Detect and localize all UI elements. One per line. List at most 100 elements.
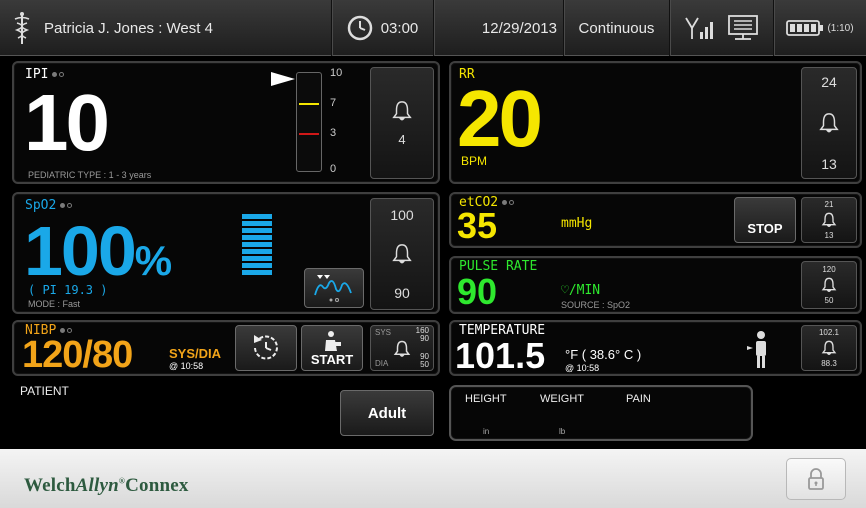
- ipi-type: PEDIATRIC TYPE : 1 - 3 years: [28, 170, 152, 180]
- spo2-value: 100: [24, 212, 137, 290]
- brand-connex: Connex: [125, 475, 189, 496]
- etco2-alarm-button[interactable]: 21 13: [801, 197, 857, 243]
- bell-icon: [392, 244, 412, 264]
- temperature-alarm-button[interactable]: 102.1 88.3: [801, 325, 857, 371]
- battery-icon: [786, 20, 824, 36]
- brand-allyn: Allyn: [75, 475, 119, 496]
- nibp-panel[interactable]: NIBP 120/80 SYS/DIA @ 10:58 START SYS 16…: [12, 320, 440, 376]
- ipi-scale-7: 7: [330, 97, 337, 109]
- spo2-alarm-low: 90: [394, 285, 410, 301]
- patient-type-button[interactable]: Adult: [340, 390, 434, 436]
- bell-icon: [821, 277, 837, 292]
- nibp-start-label: START: [310, 352, 354, 367]
- patient-name-area[interactable]: Patricia J. Jones : West 4: [0, 0, 332, 56]
- height-unit: in: [483, 427, 490, 436]
- connectivity-area[interactable]: [670, 0, 774, 56]
- ipi-scale-10: 10: [330, 67, 343, 79]
- ipi-yellow-marker: [299, 103, 319, 105]
- person-icon: [325, 331, 341, 351]
- waveform-icon: [314, 275, 352, 302]
- pulse-unit: /MIN: [568, 283, 601, 298]
- nibp-sys-limits: 160 90: [416, 327, 429, 343]
- etco2-stop-label: STOP: [747, 221, 783, 236]
- ipi-panel[interactable]: IPI 10 PEDIATRIC TYPE : 1 - 3 years 10 7…: [12, 61, 440, 184]
- bell-icon: [821, 212, 837, 227]
- spo2-header: SpO2: [25, 198, 74, 213]
- bell-icon: [393, 340, 411, 357]
- nibp-alarm-button[interactable]: SYS 160 90 DIA 90 50: [370, 325, 434, 371]
- temperature-value: 101.5: [455, 335, 546, 376]
- network-icon: [727, 15, 758, 40]
- height-label: HEIGHT: [465, 393, 507, 405]
- bell-icon: [821, 340, 837, 355]
- etco2-stop-button[interactable]: STOP: [734, 197, 796, 243]
- ipi-scale-bar: [296, 72, 322, 172]
- etco2-status-dots: [502, 195, 516, 210]
- patient-type-label: Adult: [367, 404, 407, 422]
- rr-alarm-button[interactable]: 24 13: [801, 67, 857, 179]
- rr-value: 20: [457, 74, 543, 163]
- nibp-interval-button[interactable]: [235, 325, 297, 371]
- temperature-panel[interactable]: TEMPERATURE 101.5 °F ( 38.6° C ) @ 10:58…: [449, 320, 862, 376]
- spo2-value-row: 100%: [24, 216, 172, 286]
- ipi-alarm-button[interactable]: 4: [370, 67, 434, 179]
- spo2-unit: %: [134, 237, 172, 284]
- battery-time: (1:10): [827, 22, 854, 34]
- weight-unit: lb: [559, 427, 566, 436]
- nibp-dia-low: 50: [420, 360, 429, 369]
- patient-measurements-panel[interactable]: HEIGHT in WEIGHT lb PAIN: [449, 385, 753, 441]
- status-bar: Patricia J. Jones : West 4 03:00 12/29/2…: [0, 0, 866, 56]
- etco2-alarm-high: 21: [824, 200, 834, 209]
- temperature-time: @ 10:58: [565, 363, 600, 373]
- pulse-unit-row: ♡/MIN: [561, 283, 600, 298]
- etco2-value: 35: [457, 205, 498, 246]
- ipi-alarm-value: 4: [398, 131, 406, 147]
- nibp-time: @ 10:58: [169, 361, 204, 371]
- nibp-dia-limits: 90 50: [420, 353, 429, 369]
- heart-icon: ♡: [561, 283, 569, 298]
- spo2-alarm-button[interactable]: 100 90: [370, 198, 434, 310]
- temperature-alarm-low: 88.3: [821, 359, 837, 368]
- date-area[interactable]: 12/29/2013: [434, 0, 564, 56]
- spo2-panel[interactable]: SpO2 100% ( PI 19.3 ) MODE : Fast 100 90: [12, 192, 440, 314]
- pulse-alarm-low: 50: [824, 296, 834, 305]
- etco2-unit: mmHg: [561, 216, 593, 231]
- spo2-waveform-button[interactable]: [304, 268, 364, 308]
- pain-label: PAIN: [626, 393, 651, 405]
- nibp-start-button[interactable]: START: [301, 325, 363, 371]
- rr-alarm-low: 13: [821, 156, 837, 172]
- spo2-alarm-high: 100: [390, 207, 414, 223]
- patient-name: Patricia J. Jones : West 4: [44, 19, 213, 37]
- nibp-sys-label: SYS: [375, 328, 392, 337]
- nibp-value: 120/80: [22, 334, 133, 376]
- etco2-panel[interactable]: etCO2 35 mmHg STOP 21 13: [449, 192, 862, 248]
- brand-welch: Welch: [24, 475, 76, 496]
- etco2-alarm-low: 13: [824, 231, 834, 240]
- ipi-value: 10: [24, 78, 110, 167]
- temperature-unit-row: °F ( 38.6° C ): [565, 347, 641, 362]
- spo2-label: SpO2: [25, 198, 57, 213]
- spo2-pleth-bar: [242, 214, 272, 275]
- rr-panel[interactable]: RR 20 BPM 24 13: [449, 61, 862, 184]
- nibp-interval-icon: [254, 335, 278, 360]
- spo2-pi: ( PI 19.3 ): [28, 283, 108, 297]
- clock-icon: [347, 15, 372, 41]
- clock-area[interactable]: 03:00: [332, 0, 434, 56]
- screen-lock-button[interactable]: [786, 458, 846, 500]
- ipi-scale-0: 0: [330, 163, 337, 175]
- mode-area[interactable]: Continuous: [564, 0, 670, 56]
- nibp-sys-low: 90: [420, 334, 429, 343]
- brand-logo: WelchAllyn®Connex: [24, 475, 189, 496]
- ipi-indicator-arrow: [271, 72, 295, 86]
- clock-time: 03:00: [380, 19, 419, 37]
- temperature-celsius: ( 38.6° C ): [581, 347, 642, 362]
- pulse-rate-panel[interactable]: PULSE RATE 90 ♡/MIN SOURCE : SpO2 120 50: [449, 256, 862, 314]
- pulse-alarm-button[interactable]: 120 50: [801, 261, 857, 309]
- pulse-alarm-high: 120: [822, 265, 836, 274]
- pulse-source: SOURCE : SpO2: [561, 300, 631, 310]
- mode-text: Continuous: [578, 19, 655, 37]
- ipi-scale-3: 3: [330, 127, 337, 139]
- rr-alarm-high: 24: [821, 74, 837, 90]
- spo2-mode: MODE : Fast: [28, 299, 81, 309]
- battery-area[interactable]: (1:10): [774, 0, 866, 56]
